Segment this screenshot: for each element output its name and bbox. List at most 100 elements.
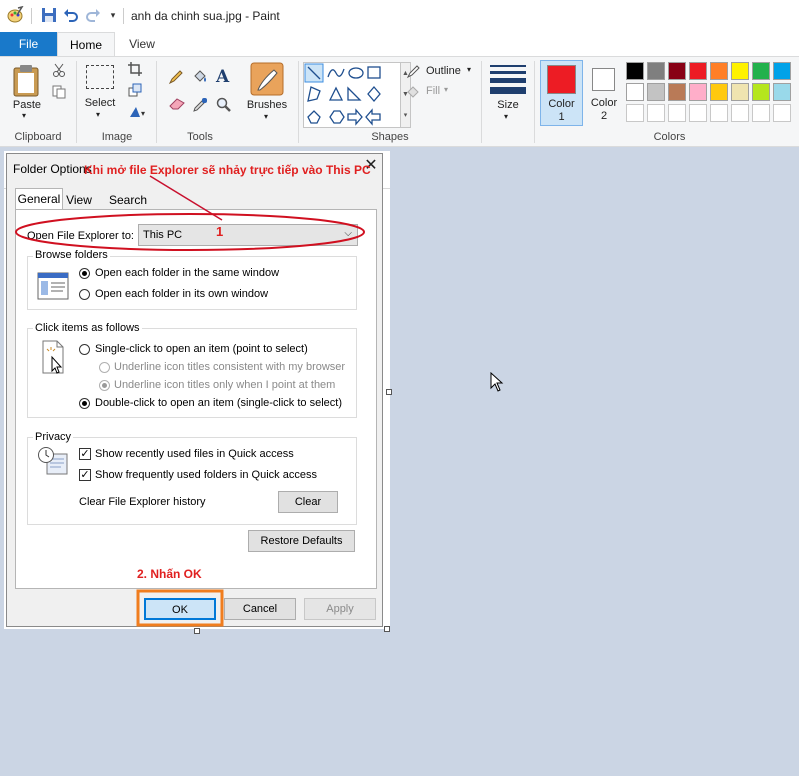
select-icon	[86, 65, 114, 89]
palette-swatch[interactable]	[731, 104, 749, 122]
customize-quick-access-icon[interactable]: ▾	[104, 6, 122, 24]
copy-icon[interactable]	[52, 85, 66, 102]
size-button[interactable]: Size ▾	[490, 63, 526, 121]
palette-swatch[interactable]	[731, 62, 749, 80]
shapes-icons	[304, 63, 381, 126]
tab-view-options[interactable]: View	[63, 190, 95, 210]
select-button[interactable]: Select ▾	[85, 65, 115, 119]
double-click-radio[interactable]	[79, 398, 90, 409]
mouse-cursor-icon	[490, 371, 504, 395]
paste-dropdown-icon: ▾	[22, 111, 27, 120]
tab-home[interactable]: Home	[57, 32, 115, 56]
title-bar: ▾ anh da chinh sua.jpg - Paint	[0, 0, 799, 32]
tab-search[interactable]: Search	[105, 190, 151, 210]
browse-own-window-label[interactable]: Open each folder in its own window	[95, 288, 268, 300]
undo-icon[interactable]	[62, 6, 80, 24]
palette-swatch[interactable]	[668, 62, 686, 80]
palette-swatch[interactable]	[647, 62, 665, 80]
resize-icon[interactable]	[128, 83, 142, 100]
eraser-icon[interactable]	[168, 97, 186, 114]
recent-files-checkbox[interactable]: ✓	[79, 448, 91, 460]
clear-history-label: Clear File Explorer history	[79, 496, 206, 508]
pencil-icon[interactable]	[168, 69, 184, 88]
size-icon	[490, 65, 526, 94]
brushes-button[interactable]: Brushes ▾	[247, 62, 287, 121]
palette-swatch[interactable]	[689, 104, 707, 122]
paint-app-icon[interactable]	[6, 6, 24, 24]
magnifier-icon[interactable]	[216, 97, 232, 116]
palette-swatch[interactable]	[752, 83, 770, 101]
tools-group-label: Tools	[187, 131, 213, 143]
color-picker-icon[interactable]	[192, 97, 208, 116]
palette-swatch[interactable]	[710, 83, 728, 101]
palette-swatch[interactable]	[647, 104, 665, 122]
size-dropdown-icon: ▾	[504, 112, 509, 121]
single-click-radio[interactable]	[79, 344, 90, 355]
frequent-folders-checkbox[interactable]: ✓	[79, 469, 91, 481]
fill-bucket-icon[interactable]	[192, 69, 208, 88]
palette-swatch[interactable]	[668, 104, 686, 122]
resize-handle-right[interactable]	[386, 389, 392, 395]
underline-browser-label[interactable]: Underline icon titles consistent with my…	[114, 361, 345, 373]
browse-own-window-radio[interactable]	[79, 289, 90, 300]
double-click-label[interactable]: Double-click to open an item (single-cli…	[95, 397, 342, 409]
clipboard-icon	[13, 65, 39, 97]
palette-swatch[interactable]	[647, 83, 665, 101]
palette-swatch[interactable]	[752, 104, 770, 122]
tab-view[interactable]: View	[118, 32, 166, 56]
privacy-clock-icon	[37, 446, 69, 479]
palette-swatch[interactable]	[626, 62, 644, 80]
palette-swatch[interactable]	[689, 62, 707, 80]
apply-button[interactable]: Apply	[304, 598, 376, 620]
palette-swatch[interactable]	[710, 62, 728, 80]
browse-same-window-radio[interactable]	[79, 268, 90, 279]
browse-folders-group	[27, 256, 357, 310]
redo-icon[interactable]	[84, 6, 102, 24]
palette-swatch[interactable]	[731, 83, 749, 101]
annotation-note-1: Khi mở file Explorer sẽ nhảy trực tiếp v…	[84, 163, 371, 177]
annotation-number-1: 1	[216, 224, 224, 239]
palette-swatch[interactable]	[773, 104, 791, 122]
restore-defaults-button[interactable]: Restore Defaults	[248, 530, 355, 552]
brush-icon	[250, 62, 284, 96]
resize-handle-corner[interactable]	[384, 626, 390, 632]
outline-label: Outline	[426, 65, 461, 77]
color-palette	[626, 62, 799, 126]
save-icon[interactable]	[40, 6, 58, 24]
text-tool-icon[interactable]: A	[216, 67, 229, 87]
frequent-folders-label[interactable]: Show frequently used folders in Quick ac…	[95, 469, 317, 481]
palette-swatch[interactable]	[773, 83, 791, 101]
privacy-label: Privacy	[33, 431, 74, 443]
rotate-icon[interactable]: ▾	[128, 105, 148, 122]
underline-browser-radio[interactable]	[99, 362, 110, 373]
clear-button[interactable]: Clear	[278, 491, 338, 513]
color2-button[interactable]: Color 2	[584, 60, 624, 126]
palette-swatch[interactable]	[626, 83, 644, 101]
underline-point-label[interactable]: Underline icon titles only when I point …	[114, 379, 335, 391]
single-click-label[interactable]: Single-click to open an item (point to s…	[95, 343, 308, 355]
palette-swatch[interactable]	[689, 83, 707, 101]
palette-swatch[interactable]	[668, 83, 686, 101]
tab-general[interactable]: General	[15, 188, 63, 210]
browse-same-window-label[interactable]: Open each folder in the same window	[95, 267, 279, 279]
general-panel: Open File Explorer to: This PC ⌵ Browse …	[15, 209, 377, 589]
resize-handle-bottom[interactable]	[194, 628, 200, 634]
tab-file[interactable]: File	[0, 32, 57, 56]
palette-swatch[interactable]	[710, 104, 728, 122]
recent-files-label[interactable]: Show recently used files in Quick access	[95, 448, 294, 460]
paste-button[interactable]: Paste ▾	[12, 63, 42, 120]
cancel-button[interactable]: Cancel	[224, 598, 296, 620]
fill-dropdown-icon: ▾	[444, 85, 449, 94]
cut-icon[interactable]	[52, 63, 66, 80]
color1-button[interactable]: Color 1	[540, 60, 583, 126]
open-explorer-select[interactable]: This PC ⌵	[138, 224, 358, 246]
ok-button[interactable]: OK	[144, 598, 216, 620]
palette-swatch[interactable]	[752, 62, 770, 80]
palette-swatch[interactable]	[773, 62, 791, 80]
colors-group-label: Colors	[653, 131, 686, 143]
shapes-gallery[interactable]	[303, 62, 401, 128]
underline-point-radio[interactable]	[99, 380, 110, 391]
crop-icon[interactable]	[128, 62, 142, 79]
palette-swatch[interactable]	[626, 104, 644, 122]
open-explorer-value: This PC	[143, 229, 183, 241]
